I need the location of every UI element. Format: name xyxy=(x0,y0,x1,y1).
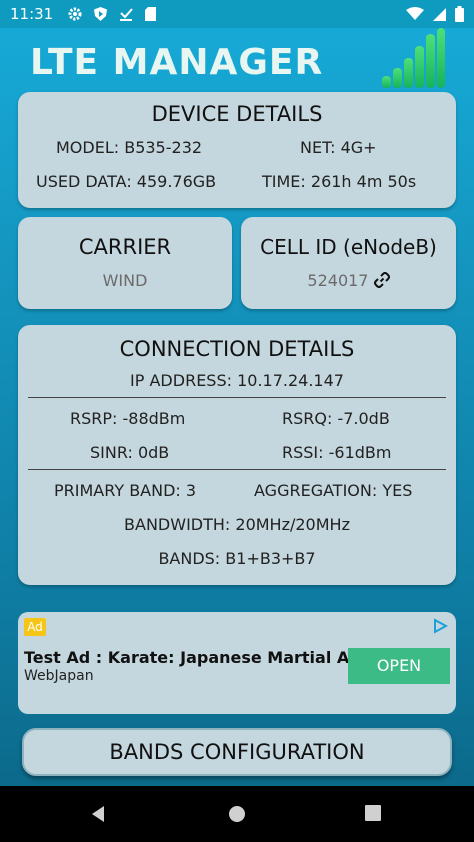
ad-title[interactable]: Test Ad : Karate: Japanese Martial Art xyxy=(24,648,365,667)
signal-strength-icon xyxy=(382,28,445,88)
used-data-text: USED DATA: 459.76GB xyxy=(36,172,217,191)
status-time: 11:31 xyxy=(10,5,54,23)
net-text: NET: 4G+ xyxy=(300,138,377,157)
connection-details-title: CONNECTION DETAILS xyxy=(119,337,355,361)
divider xyxy=(28,397,446,398)
ad-advertiser: WebJapan xyxy=(24,668,94,684)
rssi-text: RSSI: -61dBm xyxy=(282,443,392,462)
bandwidth-text: BANDWIDTH: 20MHz/20MHz xyxy=(124,515,350,534)
home-icon[interactable] xyxy=(227,804,247,824)
cell-id-row[interactable]: 524017 xyxy=(241,271,456,290)
sinr-text: SINR: 0dB xyxy=(90,443,170,462)
cell-id-card[interactable]: CELL ID (eNodeB) 524017 xyxy=(241,217,456,309)
device-details-title: DEVICE DETAILS xyxy=(151,102,323,126)
connection-details-card: CONNECTION DETAILS IP ADDRESS: 10.17.24.… xyxy=(18,325,456,585)
bands-text: BANDS: B1+B3+B7 xyxy=(158,549,316,568)
carrier-title: CARRIER xyxy=(78,235,172,259)
device-details-card: DEVICE DETAILS MODEL: B535-232 NET: 4G+ … xyxy=(18,92,456,208)
gear-icon xyxy=(68,7,82,21)
ad-banner[interactable]: Ad Test Ad : Karate: Japanese Martial Ar… xyxy=(18,612,456,714)
recents-icon[interactable] xyxy=(364,804,382,822)
ip-address-text: IP ADDRESS: 10.17.24.147 xyxy=(130,371,344,390)
rsrq-text: RSRQ: -7.0dB xyxy=(282,409,390,428)
status-bar: 11:31 xyxy=(0,0,474,28)
model-text: MODEL: B535-232 xyxy=(56,138,203,157)
carrier-card: CARRIER WIND xyxy=(18,217,232,309)
aggregation-text: AGGREGATION: YES xyxy=(254,481,413,500)
bands-configuration-button[interactable]: BANDS CONFIGURATION xyxy=(22,728,452,776)
ad-open-button[interactable]: OPEN xyxy=(348,648,450,684)
divider xyxy=(28,469,446,470)
back-icon[interactable] xyxy=(88,804,108,824)
cell-id-title: CELL ID (eNodeB) xyxy=(260,235,437,259)
time-text: TIME: 261h 4m 50s xyxy=(262,172,417,191)
download-done-icon xyxy=(120,8,133,21)
battery-icon xyxy=(455,6,464,22)
sd-card-icon xyxy=(145,7,157,21)
ad-badge: Ad xyxy=(24,618,46,636)
cell-id-value: 524017 xyxy=(307,271,369,290)
carrier-value: WIND xyxy=(102,271,148,290)
shield-play-icon xyxy=(94,7,108,21)
link-icon[interactable] xyxy=(373,272,390,288)
primary-band-text: PRIMARY BAND: 3 xyxy=(54,481,197,500)
rsrp-text: RSRP: -88dBm xyxy=(70,409,186,428)
cell-signal-icon xyxy=(433,7,446,21)
app-title: LTE MANAGER xyxy=(30,42,324,83)
navigation-bar xyxy=(0,786,474,842)
ad-choices-icon[interactable] xyxy=(432,618,448,634)
app-main: LTE MANAGER DEVICE DETAILS MODEL: B535-2… xyxy=(0,28,474,786)
wifi-icon xyxy=(406,7,424,20)
